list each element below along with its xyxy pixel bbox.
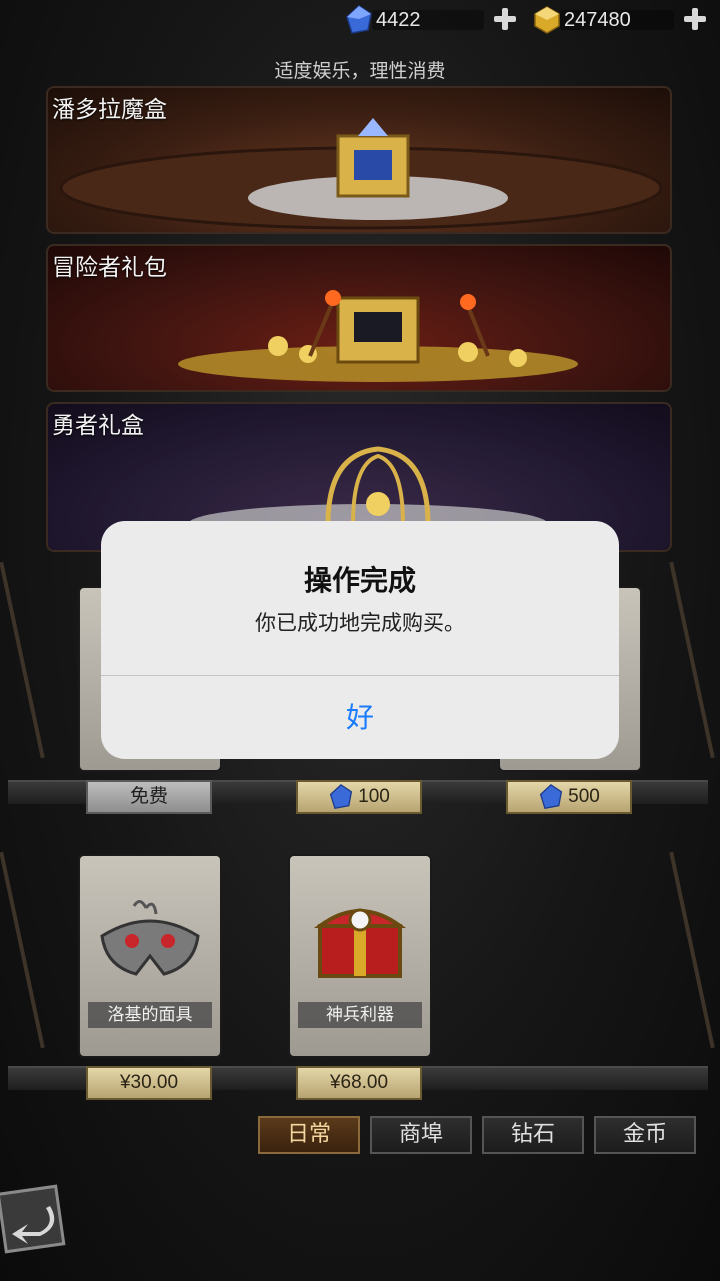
gold-count: 247480	[564, 8, 631, 31]
ok-button[interactable]: 好	[101, 676, 619, 759]
blue-gem-icon	[346, 5, 372, 34]
alert-dialog: 操作完成 你已成功地完成购买。 好	[101, 521, 619, 759]
dialog-title: 操作完成	[303, 564, 416, 597]
gold-gem-icon	[534, 6, 560, 34]
dialog-message: 你已成功地完成购买。	[255, 611, 465, 635]
gem-count: 4422	[376, 8, 421, 31]
